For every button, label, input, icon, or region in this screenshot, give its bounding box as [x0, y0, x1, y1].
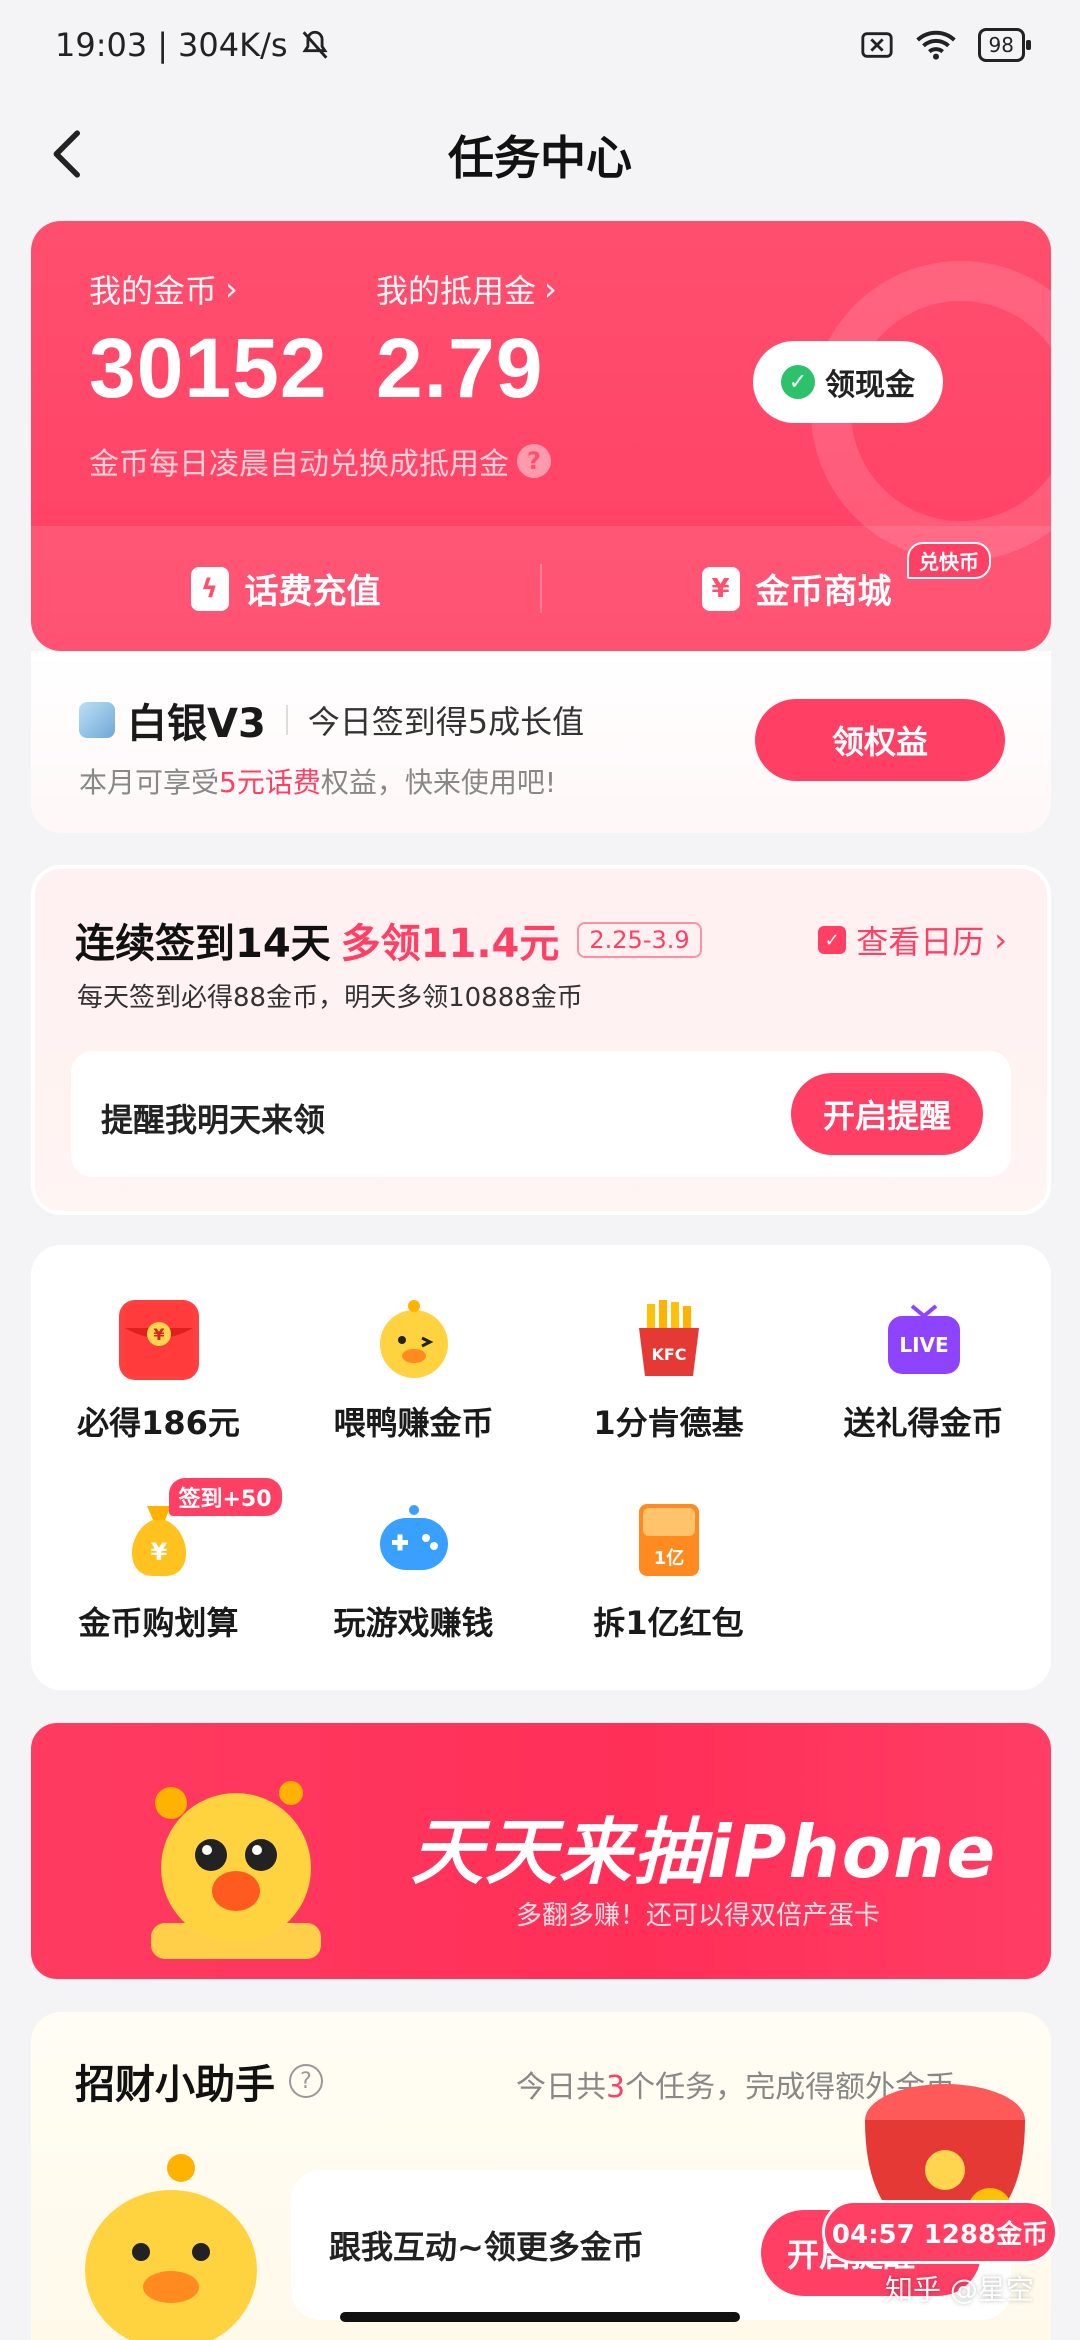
- back-button[interactable]: [38, 122, 94, 186]
- assistant-title: 招财小助手 ?: [75, 2052, 323, 2110]
- duck-mascot-icon: [85, 2154, 257, 2340]
- floating-timer-badge[interactable]: 04:57 1288金币: [822, 2200, 1058, 2264]
- lightning-icon: ϟ: [190, 566, 229, 611]
- phone-recharge-button[interactable]: ϟ 话费充值: [31, 564, 540, 613]
- sim-off-icon: [860, 32, 893, 58]
- view-calendar-link[interactable]: ✓ 查看日历 ›: [818, 917, 1007, 963]
- duck-mascot-icon: [151, 1781, 321, 1959]
- grid-item-red-packet[interactable]: 1亿 拆1亿红包: [541, 1500, 796, 1644]
- mall-badge: 兑快币: [907, 542, 991, 579]
- chevron-right-icon: ›: [544, 270, 557, 308]
- iphone-lottery-banner[interactable]: 天天来抽iPhone 多翻多赚！还可以得双倍产蛋卡: [31, 1723, 1051, 1979]
- silver-tier-icon: [79, 702, 115, 738]
- svg-text:KFC: KFC: [651, 1345, 686, 1364]
- live-tv-icon: LIVE: [884, 1300, 964, 1380]
- calendar-icon: ✓: [818, 926, 847, 954]
- grid-item-coin-deals[interactable]: ¥ 签到+50 金币购划算: [31, 1478, 286, 1644]
- assistant-bubble-text: 跟我互动~领更多金币: [329, 2228, 644, 2266]
- grid-item-guaranteed-186[interactable]: ¥ 必得186元: [31, 1300, 286, 1444]
- deduct-value: 2.79: [376, 321, 544, 415]
- wechat-check-icon: ✓: [781, 365, 815, 399]
- checkin-card: 连续签到14天 多领11.4元 2.25-3.9 ✓ 查看日历 › 每天签到必得8…: [31, 865, 1051, 1215]
- coins-value: 30152: [89, 321, 328, 415]
- checkin-subtitle: 每天签到必得88金币，明天多领10888金币: [77, 983, 583, 1013]
- wallet-note: 金币每日凌晨自动兑换成抵用金 ?: [89, 439, 551, 483]
- money-bag-icon: ¥ 签到+50: [119, 1478, 282, 1580]
- banner-title: 天天来抽iPhone: [411, 1810, 998, 1894]
- svg-text:LIVE: LIVE: [899, 1333, 948, 1357]
- kfc-fries-icon: KFC: [629, 1300, 709, 1380]
- enable-reminder-button[interactable]: 开启提醒: [791, 1073, 983, 1155]
- help-icon[interactable]: ?: [289, 2064, 323, 2098]
- coin-mall-button[interactable]: ¥ 金币商城 兑快币: [540, 542, 1051, 613]
- chevron-left-icon: [53, 130, 80, 178]
- battery-indicator: 98: [977, 28, 1032, 62]
- reminder-box: 提醒我明天来领 开启提醒: [71, 1051, 1011, 1177]
- svg-text:¥: ¥: [153, 1325, 164, 1344]
- reminder-text: 提醒我明天来领: [101, 1101, 326, 1139]
- grid-item-feed-duck[interactable]: 喂鸭赚金币: [286, 1300, 541, 1444]
- svg-text:¥: ¥: [150, 1538, 167, 1566]
- grid-item-live-gift[interactable]: LIVE 送礼得金币: [796, 1300, 1051, 1444]
- duck-icon: [374, 1300, 454, 1380]
- banner-subtitle: 多翻多赚！还可以得双倍产蛋卡: [516, 1901, 881, 1931]
- checkin-title: 连续签到14天 多领11.4元 2.25-3.9: [75, 911, 702, 969]
- status-bar: 19:03 | 304K/s 98: [0, 0, 1080, 90]
- shortcut-grid: ¥ 必得186元 喂鸭赚金币 KFC 1分肯德基 LIVE 送礼得金币 ¥ 签到…: [31, 1245, 1051, 1690]
- status-time: 19:03: [55, 26, 148, 64]
- deduct-label: 我的抵用金: [376, 272, 537, 310]
- grid-item-kfc[interactable]: KFC 1分肯德基: [541, 1300, 796, 1444]
- mute-bell-icon: [301, 30, 328, 59]
- nav-bar: 任务中心: [0, 90, 1080, 220]
- red-packet-icon: 1亿: [629, 1500, 709, 1580]
- wallet-actions: ϟ 话费充值 ¥ 金币商城 兑快币: [31, 526, 1051, 651]
- coins-label: 我的金币: [89, 272, 218, 310]
- tier-name: 白银V3: [127, 701, 266, 747]
- chevron-right-icon: ›: [994, 921, 1007, 959]
- grid-item-play-games[interactable]: 玩游戏赚钱: [286, 1500, 541, 1644]
- help-icon[interactable]: ?: [517, 444, 551, 478]
- gamepad-icon: [374, 1500, 454, 1580]
- coins-section[interactable]: 我的金币 › 30152: [89, 266, 328, 417]
- red-envelope-icon: ¥: [118, 1300, 199, 1380]
- get-cash-button[interactable]: ✓ 领现金: [753, 341, 943, 423]
- watermark: 知乎 @星空: [885, 2273, 1034, 2306]
- home-indicator[interactable]: [340, 2312, 740, 2322]
- yen-ticket-icon: ¥: [701, 566, 740, 611]
- svg-text:1亿: 1亿: [653, 1547, 684, 1569]
- deduct-section[interactable]: 我的抵用金 › 2.79: [376, 266, 557, 417]
- tier-tip: 今日签到得5成长值: [307, 703, 585, 741]
- status-speed: 304K/s: [178, 26, 288, 64]
- wallet-card: 我的金币 › 30152 我的抵用金 › 2.79 ✓ 领现金 金币每日凌晨自动兑换…: [31, 221, 1051, 651]
- member-desc: 本月可享受5元话费权益，快来使用吧!: [79, 766, 557, 799]
- claim-benefits-button[interactable]: 领权益: [755, 699, 1005, 781]
- wifi-icon: [915, 30, 956, 60]
- date-range-tag: 2.25-3.9: [577, 922, 702, 958]
- checkin-bonus-badge: 签到+50: [168, 1478, 282, 1516]
- page-title: 任务中心: [448, 131, 632, 185]
- member-card: 白银V3 今日签到得5成长值 本月可享受5元话费权益，快来使用吧! 领权益: [31, 651, 1051, 833]
- chevron-right-icon: ›: [225, 270, 238, 308]
